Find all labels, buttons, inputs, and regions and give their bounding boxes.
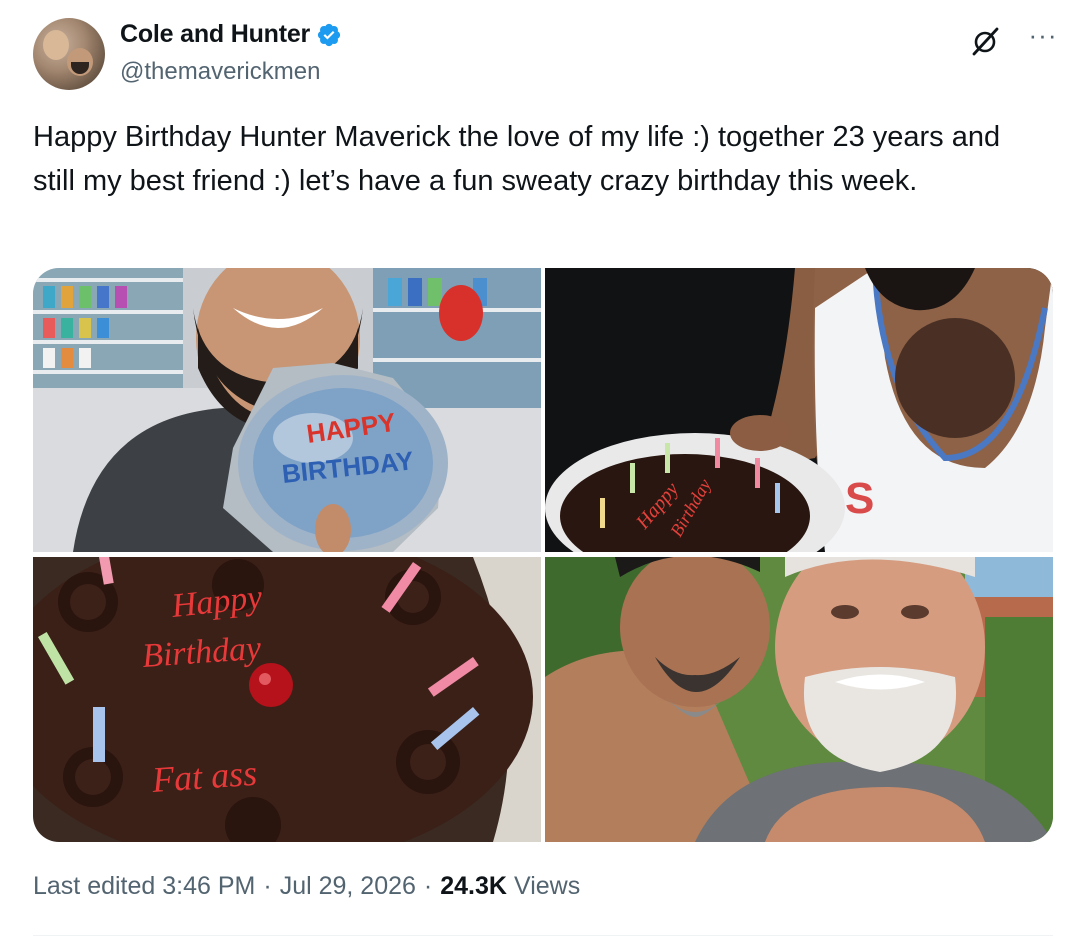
- edited-timestamp[interactable]: Last edited 3:46 PM: [33, 872, 255, 901]
- verified-badge-icon[interactable]: [316, 22, 342, 48]
- divider: [33, 935, 1053, 936]
- post-header: Cole and Hunter @themaverickmen ···: [33, 16, 1056, 96]
- post-date[interactable]: Jul 29, 2026: [280, 872, 416, 901]
- media-grid: HAPPY BIRTHDAY S Happy Birthday Happy Bi…: [33, 268, 1053, 842]
- author-name-row: Cole and Hunter: [120, 20, 342, 49]
- photo-4[interactable]: [545, 557, 1053, 842]
- meta-separator: ·: [423, 872, 433, 900]
- views-label: Views: [513, 872, 581, 900]
- author-handle[interactable]: @themaverickmen: [120, 58, 320, 86]
- post-card[interactable]: Cole and Hunter @themaverickmen ··· Happ…: [0, 0, 1084, 946]
- grok-icon[interactable]: [968, 24, 1002, 58]
- photo-3[interactable]: Happy Birthday Fat ass: [33, 557, 541, 842]
- photo-1[interactable]: HAPPY BIRTHDAY: [33, 268, 541, 552]
- author-display-name[interactable]: Cole and Hunter: [120, 20, 310, 49]
- more-icon[interactable]: ···: [1023, 22, 1063, 56]
- svg-text:Fat ass: Fat ass: [150, 753, 259, 800]
- photo-2[interactable]: S Happy Birthday: [545, 268, 1053, 552]
- meta-separator: ·: [263, 872, 272, 900]
- post-text: Happy Birthday Hunter Maverick the love …: [33, 121, 1001, 197]
- views-count[interactable]: 24.3K: [440, 872, 507, 901]
- author-avatar[interactable]: [33, 18, 105, 90]
- post-meta: Last edited 3:46 PM · Jul 29, 2026 · 24.…: [33, 872, 580, 901]
- svg-text:S: S: [845, 474, 874, 523]
